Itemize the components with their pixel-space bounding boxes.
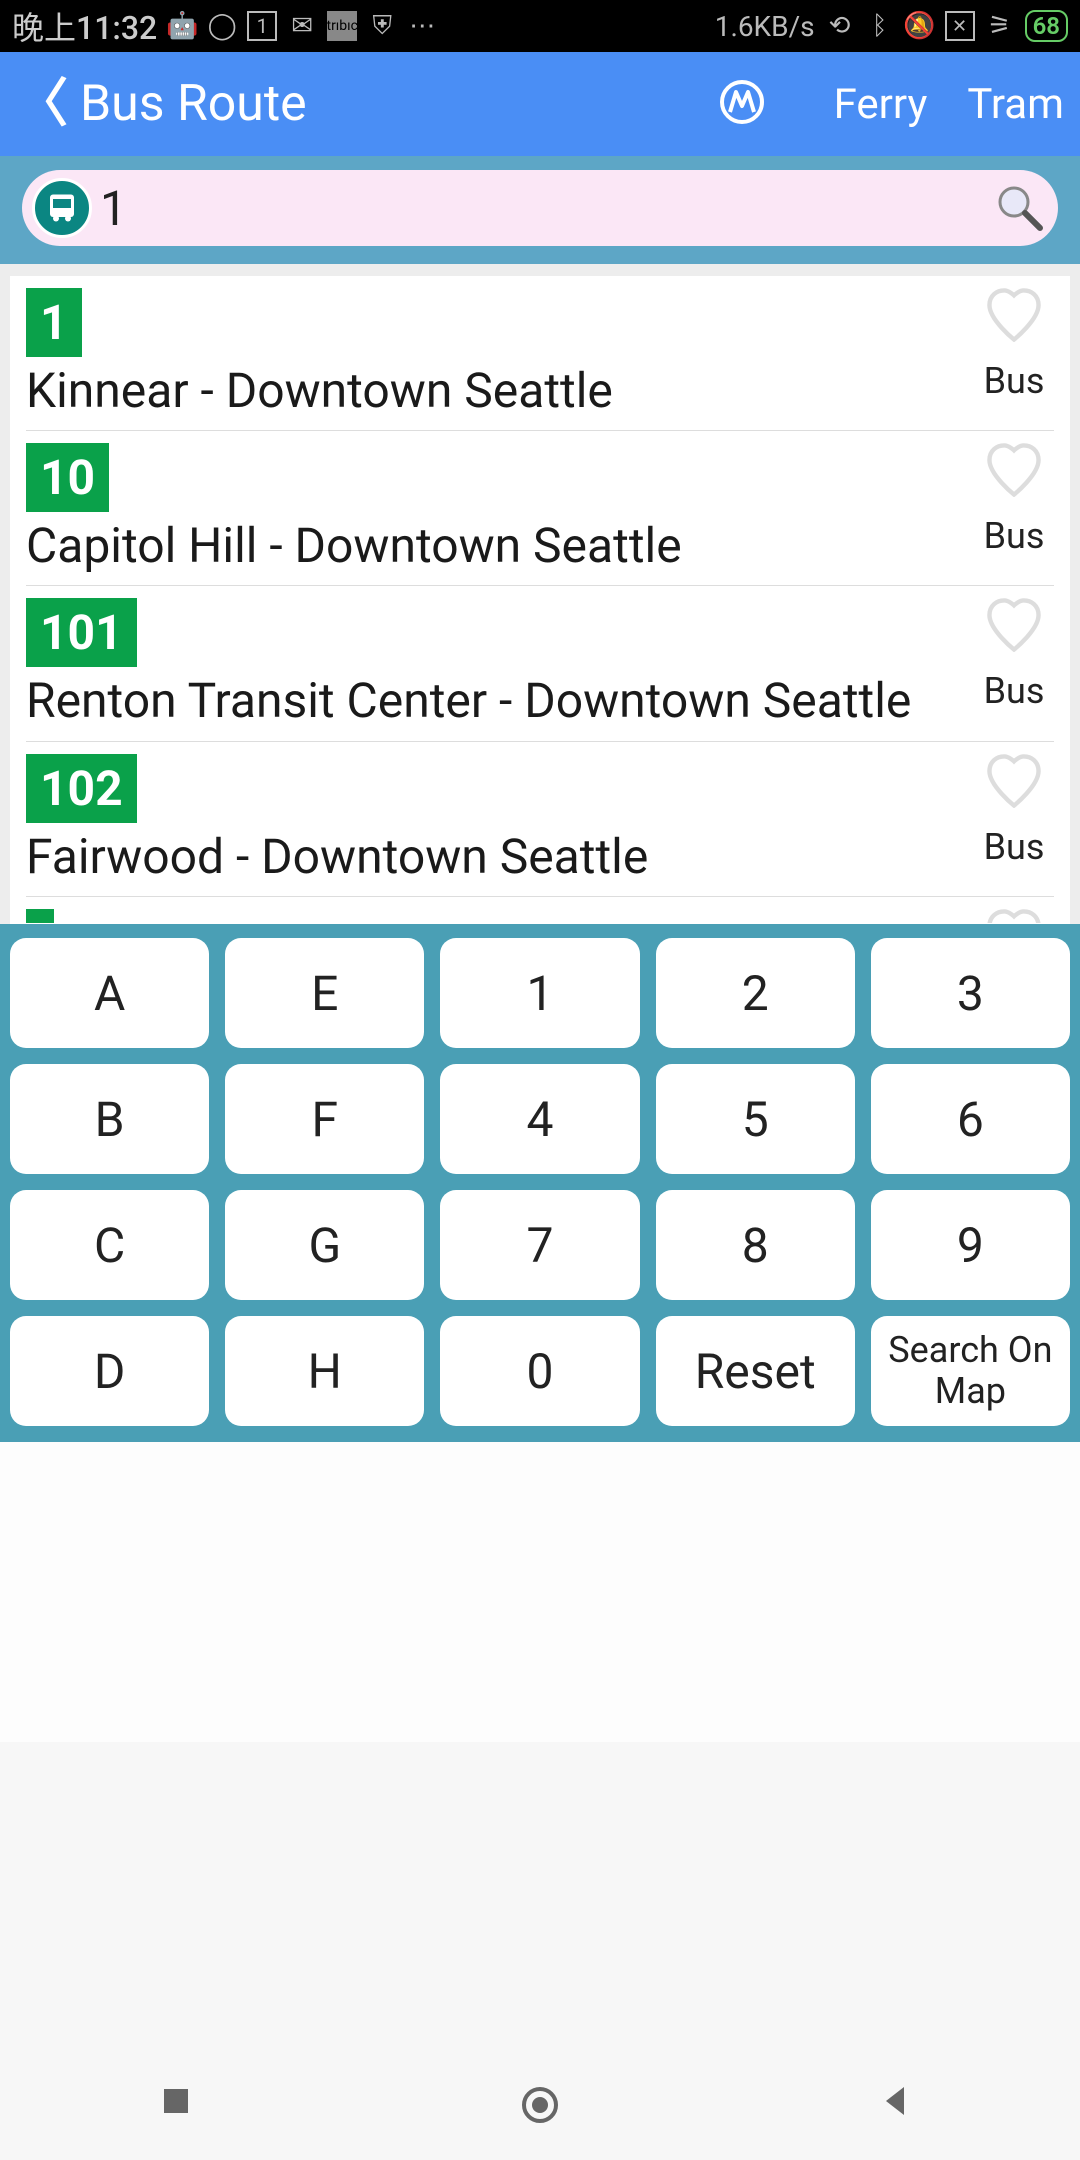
key-B[interactable]: B: [10, 1064, 209, 1174]
search-input[interactable]: [92, 180, 992, 237]
route-item[interactable]: [26, 897, 1054, 924]
route-item[interactable]: 10 Capitol Hill - Downtown Seattle Bus: [26, 431, 1054, 586]
route-type: Bus: [984, 826, 1045, 868]
page-title: Bus Route: [80, 75, 307, 133]
wifi-icon: ⚞: [985, 11, 1015, 41]
key-6[interactable]: 6: [871, 1064, 1070, 1174]
sync-icon: ⟲: [825, 11, 855, 41]
square-1-icon: 1: [247, 11, 277, 41]
key-7[interactable]: 7: [440, 1190, 639, 1300]
search-area: [0, 156, 1080, 264]
status-left: 晚上11:32 🤖 ◯ 1 ✉ trıbıc ⛨ ⋯: [12, 3, 437, 49]
battery-indicator: 68: [1025, 10, 1068, 42]
route-type: Bus: [984, 515, 1045, 557]
key-G[interactable]: G: [225, 1190, 424, 1300]
search-on-map-button[interactable]: Search On Map: [871, 1316, 1070, 1426]
back-nav-icon[interactable]: [876, 2081, 924, 2129]
bluetooth-icon: ᛒ: [865, 11, 895, 41]
key-1[interactable]: 1: [440, 938, 639, 1048]
metro-icon[interactable]: [718, 78, 766, 130]
key-H[interactable]: H: [225, 1316, 424, 1426]
key-F[interactable]: F: [225, 1064, 424, 1174]
route-description: Fairwood - Downtown Seattle: [26, 829, 974, 884]
key-9[interactable]: 9: [871, 1190, 1070, 1300]
home-icon[interactable]: [516, 2081, 564, 2129]
mail-icon: ✉: [287, 11, 317, 41]
results-card: 1 Kinnear - Downtown Seattle Bus 10 Capi…: [10, 276, 1070, 924]
heart-icon[interactable]: [984, 754, 1044, 808]
route-description: Renton Transit Center - Downtown Seattle: [26, 673, 974, 728]
app-icon: trıbıc: [327, 11, 357, 41]
heart-icon[interactable]: [984, 598, 1044, 652]
bus-icon: [32, 178, 92, 238]
shield-icon: ⛨: [367, 11, 397, 41]
route-number-badge: 101: [26, 598, 137, 667]
heart-icon[interactable]: [984, 288, 1044, 342]
route-item[interactable]: 101 Renton Transit Center - Downtown Sea…: [26, 586, 1054, 741]
app-header: 〈 Bus Route Ferry Tram: [0, 52, 1080, 156]
route-type: Bus: [984, 360, 1045, 402]
key-2[interactable]: 2: [656, 938, 855, 1048]
route-type: Bus: [984, 670, 1045, 712]
recent-apps-icon[interactable]: [156, 2081, 204, 2129]
key-A[interactable]: A: [10, 938, 209, 1048]
key-8[interactable]: 8: [656, 1190, 855, 1300]
android-icon: 🤖: [167, 11, 197, 41]
route-number-badge: 10: [26, 443, 109, 512]
back-icon[interactable]: 〈: [16, 78, 68, 130]
key-D[interactable]: D: [10, 1316, 209, 1426]
key-C[interactable]: C: [10, 1190, 209, 1300]
dnd-icon: 🔕: [905, 11, 935, 41]
key-E[interactable]: E: [225, 938, 424, 1048]
status-bar: 晚上11:32 🤖 ◯ 1 ✉ trıbıc ⛨ ⋯ 1.6KB/s ⟲ ᛒ 🔕…: [0, 0, 1080, 52]
route-item[interactable]: 1 Kinnear - Downtown Seattle Bus: [26, 276, 1054, 431]
keypad: A E 1 2 3 B F 4 5 6 C G 7 8 9 D H 0 Rese…: [0, 924, 1080, 1442]
route-number-badge: [26, 909, 54, 923]
tram-link[interactable]: Tram: [967, 80, 1064, 129]
route-description: Capitol Hill - Downtown Seattle: [26, 518, 974, 573]
search-icon[interactable]: [992, 180, 1048, 236]
results-area: 1 Kinnear - Downtown Seattle Bus 10 Capi…: [0, 264, 1080, 924]
key-4[interactable]: 4: [440, 1064, 639, 1174]
net-speed: 1.6KB/s: [715, 10, 815, 43]
vibrate-icon: ✕: [945, 11, 975, 41]
more-icon: ⋯: [407, 11, 437, 41]
heart-icon[interactable]: [984, 443, 1044, 497]
key-0[interactable]: 0: [440, 1316, 639, 1426]
route-number-badge: 102: [26, 754, 137, 823]
search-field[interactable]: [22, 170, 1058, 246]
route-item[interactable]: 102 Fairwood - Downtown Seattle Bus: [26, 742, 1054, 897]
status-right: 1.6KB/s ⟲ ᛒ 🔕 ✕ ⚞ 68: [715, 10, 1068, 43]
key-3[interactable]: 3: [871, 938, 1070, 1048]
heart-icon[interactable]: [984, 909, 1044, 923]
route-number-badge: 1: [26, 288, 82, 357]
system-nav-bar: [0, 2050, 1080, 2160]
reset-button[interactable]: Reset: [656, 1316, 855, 1426]
ferry-link[interactable]: Ferry: [834, 80, 928, 129]
blank-area: [0, 1442, 1080, 1742]
status-time: 晚上11:32: [12, 3, 157, 49]
circle-icon: ◯: [207, 11, 237, 41]
route-description: Kinnear - Downtown Seattle: [26, 363, 974, 418]
key-5[interactable]: 5: [656, 1064, 855, 1174]
